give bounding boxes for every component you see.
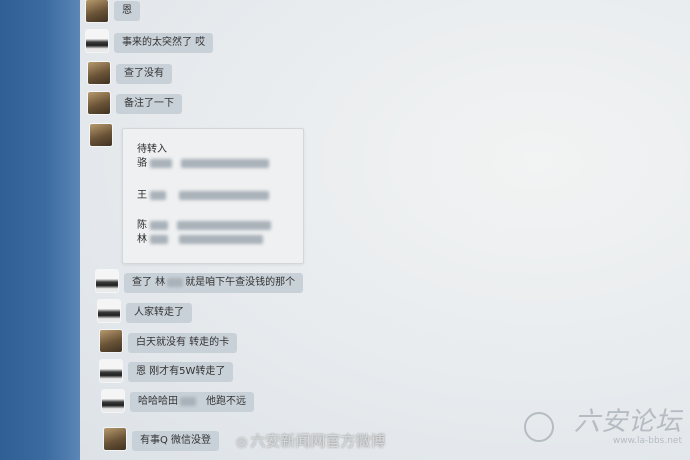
card-entry: 陈: [137, 219, 272, 233]
card-title: 待转入: [137, 144, 167, 155]
user-avatar[interactable]: [104, 428, 126, 450]
screenshot-card[interactable]: 待转入 骆 王 陈 林: [122, 128, 304, 264]
redacted-block: [150, 234, 169, 244]
message-bubble[interactable]: 备注了一下: [116, 94, 182, 114]
message-bubble[interactable]: 白天就没有 转走的卡: [128, 333, 238, 353]
redacted-block: [180, 396, 196, 406]
message-text: 哈哈哈田: [138, 396, 178, 407]
weibo-watermark-text: 六安新闻网官方微博: [250, 432, 386, 450]
user-avatar[interactable]: [100, 330, 122, 352]
card-entry-name: 王: [137, 190, 147, 201]
message-bubble[interactable]: 查了没有: [116, 64, 172, 84]
message-text: 备注了一下: [124, 98, 174, 109]
message-text: 恩: [122, 5, 132, 16]
message-text-suffix: 就是咱下午查没钱的那个: [185, 277, 296, 288]
message-text: 有事Q 微信没登: [140, 435, 212, 446]
user-avatar[interactable]: [86, 0, 108, 22]
user-avatar[interactable]: [96, 270, 118, 292]
redacted-block: [150, 158, 173, 168]
user-avatar[interactable]: [102, 390, 124, 412]
message-bubble[interactable]: 恩: [114, 1, 140, 21]
redacted-block: [181, 158, 270, 168]
redacted-block: [177, 220, 272, 230]
card-entry: 林: [137, 233, 264, 247]
redacted-block: [150, 220, 169, 230]
message-bubble[interactable]: 查了 林 就是咱下午查没钱的那个: [124, 273, 304, 293]
user-avatar[interactable]: [100, 360, 122, 382]
message-bubble[interactable]: 哈哈哈田 他跑不远: [130, 392, 254, 412]
user-avatar[interactable]: [86, 30, 108, 52]
forum-logo-title: 六安论坛: [573, 407, 682, 437]
user-avatar[interactable]: [88, 62, 110, 84]
user-avatar[interactable]: [90, 124, 112, 146]
message-text: 白天就没有 转走的卡: [136, 337, 230, 348]
message-text: 事来的太突然了 哎: [122, 37, 206, 48]
user-avatar[interactable]: [98, 300, 120, 322]
message-bubble[interactable]: 有事Q 微信没登: [132, 431, 220, 451]
card-entry-name: 陈: [137, 220, 147, 231]
weibo-watermark: ◎ 六安新闻网官方微博: [236, 430, 385, 451]
message-bubble[interactable]: 恩 刚才有5W转走了: [128, 362, 234, 382]
message-text: 人家转走了: [134, 307, 184, 318]
message-text: 查了没有: [124, 68, 164, 79]
message-text-suffix: 他跑不远: [206, 396, 246, 407]
redacted-block: [150, 190, 167, 200]
card-entry-name: 骆: [137, 158, 147, 169]
card-entry-name: 林: [137, 234, 147, 245]
redacted-block: [167, 277, 184, 287]
card-entry: 王: [137, 189, 270, 203]
redacted-block: [179, 234, 264, 244]
message-text: 恩 刚才有5W转走了: [136, 366, 226, 377]
message-bubble[interactable]: 人家转走了: [126, 303, 192, 323]
user-avatar[interactable]: [88, 92, 110, 114]
forum-seal-icon: [524, 412, 554, 442]
message-text: 查了 林: [132, 277, 166, 288]
weibo-icon: ◎: [236, 435, 248, 450]
message-bubble[interactable]: 事来的太突然了 哎: [114, 33, 214, 53]
screen-bezel: [0, 0, 80, 460]
forum-logo: 六安论坛 www.la-bbs.net: [574, 401, 682, 446]
redacted-block: [179, 190, 270, 200]
card-entry: 骆: [137, 157, 270, 171]
